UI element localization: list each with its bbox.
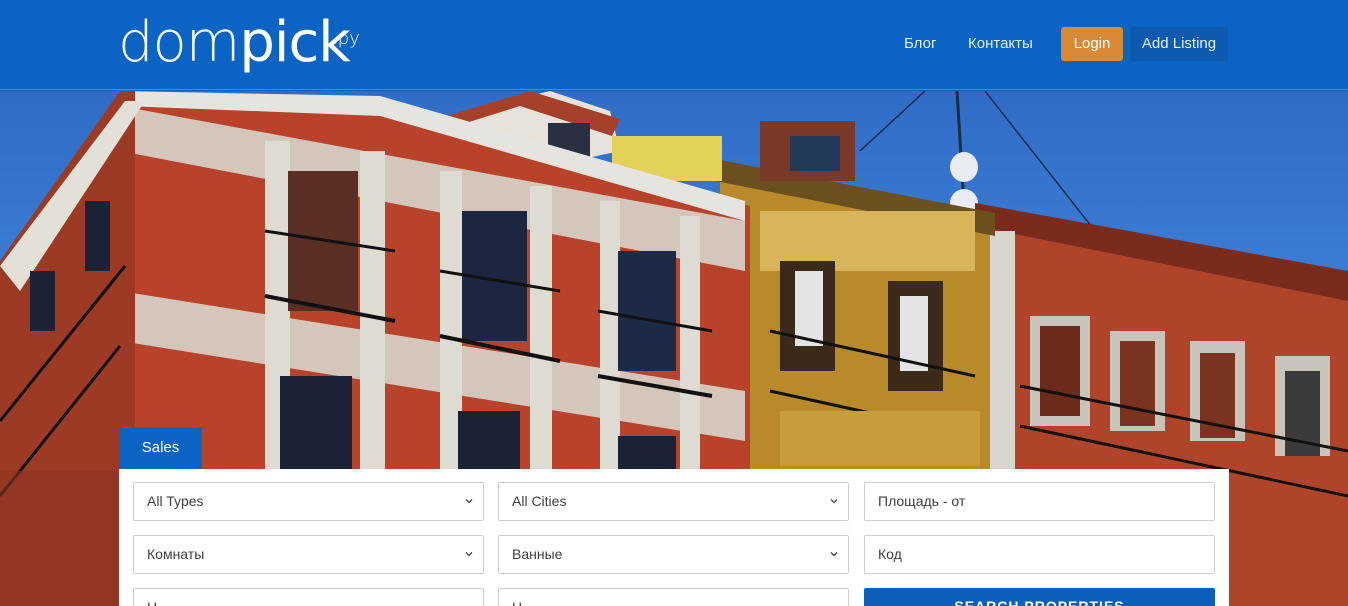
- property-type-value: All Types: [147, 493, 204, 509]
- baths-value: Ванные: [512, 546, 563, 562]
- code-placeholder: Код: [878, 546, 902, 562]
- price-max-field[interactable]: Ц: [498, 588, 849, 606]
- price-max-placeholder: Ц: [512, 599, 522, 606]
- price-min-field[interactable]: Ц: [133, 588, 484, 606]
- area-from-placeholder: Площадь - от: [878, 493, 966, 509]
- nav-blog-link[interactable]: Блог: [904, 27, 936, 61]
- chevron-down-icon: [830, 499, 838, 504]
- site-header: dompick .ру Блог Контакты Login Add List…: [0, 0, 1348, 90]
- chevron-down-icon: [465, 499, 473, 504]
- login-button[interactable]: Login: [1061, 27, 1123, 61]
- logo-text-light: dom: [118, 10, 240, 75]
- site-logo[interactable]: dompick .ру: [118, 8, 360, 78]
- code-input[interactable]: Код: [864, 535, 1215, 574]
- tab-sales[interactable]: Sales: [119, 427, 202, 469]
- price-min-placeholder: Ц: [147, 599, 157, 606]
- property-type-select[interactable]: All Types: [133, 482, 484, 521]
- rooms-select[interactable]: Комнаты: [133, 535, 484, 574]
- chevron-down-icon: [830, 552, 838, 557]
- add-listing-button[interactable]: Add Listing: [1130, 27, 1228, 61]
- area-from-input[interactable]: Площадь - от: [864, 482, 1215, 521]
- nav-contacts-link[interactable]: Контакты: [968, 27, 1033, 61]
- rooms-value: Комнаты: [147, 546, 205, 562]
- chevron-down-icon: [465, 552, 473, 557]
- city-value: All Cities: [512, 493, 567, 509]
- logo-tld: .ру: [332, 28, 360, 49]
- search-properties-button[interactable]: SEARCH PROPERTIES: [864, 588, 1215, 606]
- baths-select[interactable]: Ванные: [498, 535, 849, 574]
- city-select[interactable]: All Cities: [498, 482, 849, 521]
